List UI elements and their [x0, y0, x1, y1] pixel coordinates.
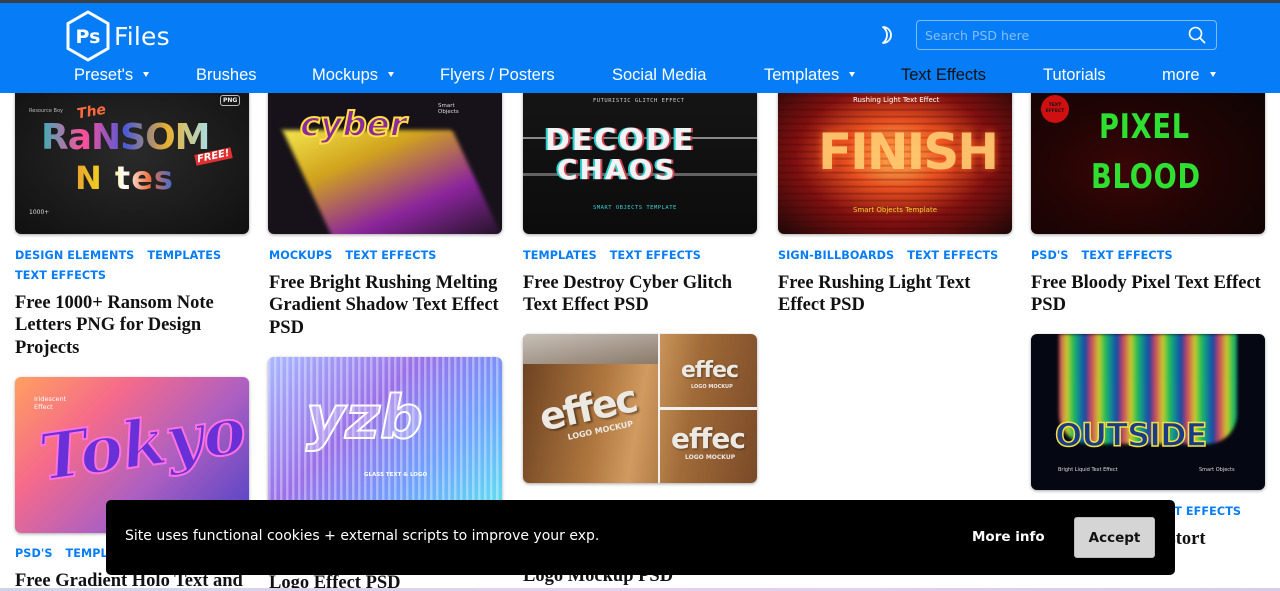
- nav-label: Flyers / Posters: [440, 66, 555, 84]
- image-caption: Smart Objects: [1199, 467, 1235, 473]
- more-info-link[interactable]: More info: [972, 529, 1045, 545]
- tag-link[interactable]: PSD'S: [15, 547, 53, 560]
- image-headline: FINISH: [818, 123, 999, 181]
- image-caption: Bright Liquid Text Effect: [1058, 467, 1118, 473]
- tag-link[interactable]: TEXT EFFECTS: [1082, 249, 1173, 262]
- nav-label: Text Effects: [901, 66, 986, 84]
- image-headline: CHAOS: [557, 153, 677, 186]
- cookie-banner: Site uses functional cookies + external …: [106, 500, 1175, 575]
- nav-label: Preset's: [74, 66, 134, 84]
- site-header: Ps Files Preset's Brushes Mockups Flyers…: [0, 3, 1280, 93]
- card-tags: PSD'S TEXT EFFECTS: [1031, 246, 1271, 266]
- card-thumbnail-cyber[interactable]: cyber Smart Objects: [268, 75, 502, 234]
- tag-link[interactable]: DESIGN ELEMENTS: [15, 249, 134, 262]
- nav-item-flyers-posters[interactable]: Flyers / Posters: [440, 66, 555, 85]
- site-logo[interactable]: Ps Files: [64, 10, 170, 62]
- tag-link[interactable]: TEXT EFFECTS: [907, 249, 998, 262]
- tag-link[interactable]: PSD'S: [1031, 249, 1069, 262]
- tag-link[interactable]: MOCKUPS: [269, 249, 332, 262]
- image-caption: Iridescent Effect: [34, 395, 67, 411]
- tag-link[interactable]: SIGN-BILLBOARDS: [778, 249, 894, 262]
- image-headline: effec: [681, 358, 739, 383]
- image-caption: Resource Boy: [29, 108, 63, 114]
- logo-mark: Ps: [76, 26, 101, 48]
- image-caption: SMART OBJECTS TEMPLATE: [593, 205, 677, 211]
- image-caption: LOGO MOCKUP: [685, 454, 736, 461]
- search-icon[interactable]: [1188, 26, 1206, 44]
- card-title[interactable]: Free 1000+ Ransom Note Letters PNG for D…: [15, 292, 240, 359]
- card-title[interactable]: Free Destroy Cyber Glitch Text Effect PS…: [523, 272, 748, 317]
- card-tags: DESIGN ELEMENTS TEMPLATES TEXT EFFECTS: [15, 246, 255, 286]
- card-thumbnail-ransom-notes[interactable]: Resource Boy PNG The RaNSOM N tes FREE! …: [15, 75, 249, 234]
- tag-link[interactable]: TEXT EFFECTS: [15, 269, 106, 282]
- caret-down-icon: [143, 72, 150, 77]
- card-thumbnail-logo-mockup[interactable]: effec LOGO MOCKUP effec LOGO MOCKUP effe…: [523, 334, 757, 483]
- image-caption: Smart Objects: [438, 103, 459, 115]
- nav-item-text-effects[interactable]: Text Effects: [901, 66, 986, 85]
- logo-text: Files: [114, 21, 170, 51]
- search-box: [916, 20, 1217, 50]
- logo-hexagon-icon: Ps: [66, 10, 110, 62]
- tag-link[interactable]: TEXT EFFECTS: [345, 249, 436, 262]
- nav-label: Mockups: [312, 66, 379, 84]
- card-tags: MOCKUPS TEXT EFFECTS: [269, 246, 509, 266]
- caret-down-icon: [1209, 72, 1216, 77]
- nav-item-presets[interactable]: Preset's: [74, 66, 150, 85]
- image-headline: PIXEL: [1099, 107, 1190, 147]
- nav-item-brushes[interactable]: Brushes: [196, 66, 257, 85]
- caret-down-icon: [849, 72, 856, 77]
- image-headline: BLOOD: [1091, 157, 1201, 197]
- image-headline: OUTSIDE: [1054, 415, 1208, 455]
- image-caption: LOGO MOCKUP: [691, 384, 733, 390]
- image-caption: Smart Objects Template: [853, 206, 938, 214]
- nav-item-mockups[interactable]: Mockups: [312, 66, 395, 85]
- image-headline: effec: [671, 422, 746, 455]
- tag-link[interactable]: TEMPLATES: [523, 249, 597, 262]
- card-tags: SIGN-BILLBOARDS TEXT EFFECTS: [778, 246, 1018, 266]
- image-headline: RaNSOM: [41, 117, 210, 158]
- search-input[interactable]: [917, 21, 1177, 49]
- card-tags: TEMPLATES TEXT EFFECTS: [523, 246, 763, 266]
- text-effect-badge: TEXT EFFECT: [1041, 95, 1069, 123]
- nav-item-tutorials[interactable]: Tutorials: [1043, 66, 1106, 85]
- cookie-message: Site uses functional cookies + external …: [125, 528, 600, 544]
- dark-mode-toggle[interactable]: [878, 25, 896, 45]
- image-rays: [282, 130, 502, 234]
- image-headline: yzb: [305, 382, 424, 454]
- nav-item-more[interactable]: more: [1162, 66, 1216, 85]
- image-caption: GLASS TEXT & LOGO: [364, 472, 428, 478]
- moon-icon: [882, 26, 892, 44]
- accept-cookies-button[interactable]: Accept: [1074, 517, 1155, 558]
- nav-label: Brushes: [196, 66, 257, 84]
- card-thumbnail-glass-logo[interactable]: yzb GLASS TEXT & LOGO: [268, 357, 502, 507]
- nav-label: Templates: [764, 66, 840, 84]
- nav-label: Tutorials: [1043, 66, 1106, 84]
- card-thumbnail-decode-chaos[interactable]: FUTURISTIC GLITCH EFFECT DECODE CHAOS SM…: [523, 75, 757, 234]
- image-headline: N tes: [75, 159, 174, 197]
- card-thumbnail-finish[interactable]: Rushing Light Text Effect FINISH Smart O…: [778, 75, 1012, 234]
- main-nav: Preset's Brushes Mockups Flyers / Poster…: [0, 66, 1280, 92]
- card-title[interactable]: Free Bloody Pixel Text Effect PSD: [1031, 272, 1266, 317]
- tag-link[interactable]: TEMPLATES: [147, 249, 221, 262]
- image-headline: cyber: [299, 104, 407, 146]
- image-caption: FUTURISTIC GLITCH EFFECT: [593, 98, 685, 104]
- caret-down-icon: [388, 72, 395, 77]
- nav-label: more: [1162, 66, 1200, 84]
- nav-label: Social Media: [612, 66, 707, 84]
- card-title[interactable]: Free Rushing Light Text Effect PSD: [778, 272, 1003, 317]
- browser-top-strip: [0, 0, 1280, 3]
- card-title[interactable]: Free Bright Rushing Melting Gradient Sha…: [269, 272, 504, 339]
- tag-link[interactable]: TEXT EFFECTS: [610, 249, 701, 262]
- image-caption: 1000+: [29, 209, 50, 216]
- image-caption: Rushing Light Text Effect: [853, 96, 940, 104]
- nav-item-social-media[interactable]: Social Media: [612, 66, 706, 85]
- nav-item-templates[interactable]: Templates: [764, 66, 856, 85]
- png-badge: PNG: [220, 95, 241, 106]
- card-thumbnail-pixel-blood[interactable]: TEXT EFFECT PIXEL BLOOD: [1031, 75, 1265, 234]
- card-thumbnail-outside[interactable]: OUTSIDE Bright Liquid Text Effect Smart …: [1031, 334, 1265, 490]
